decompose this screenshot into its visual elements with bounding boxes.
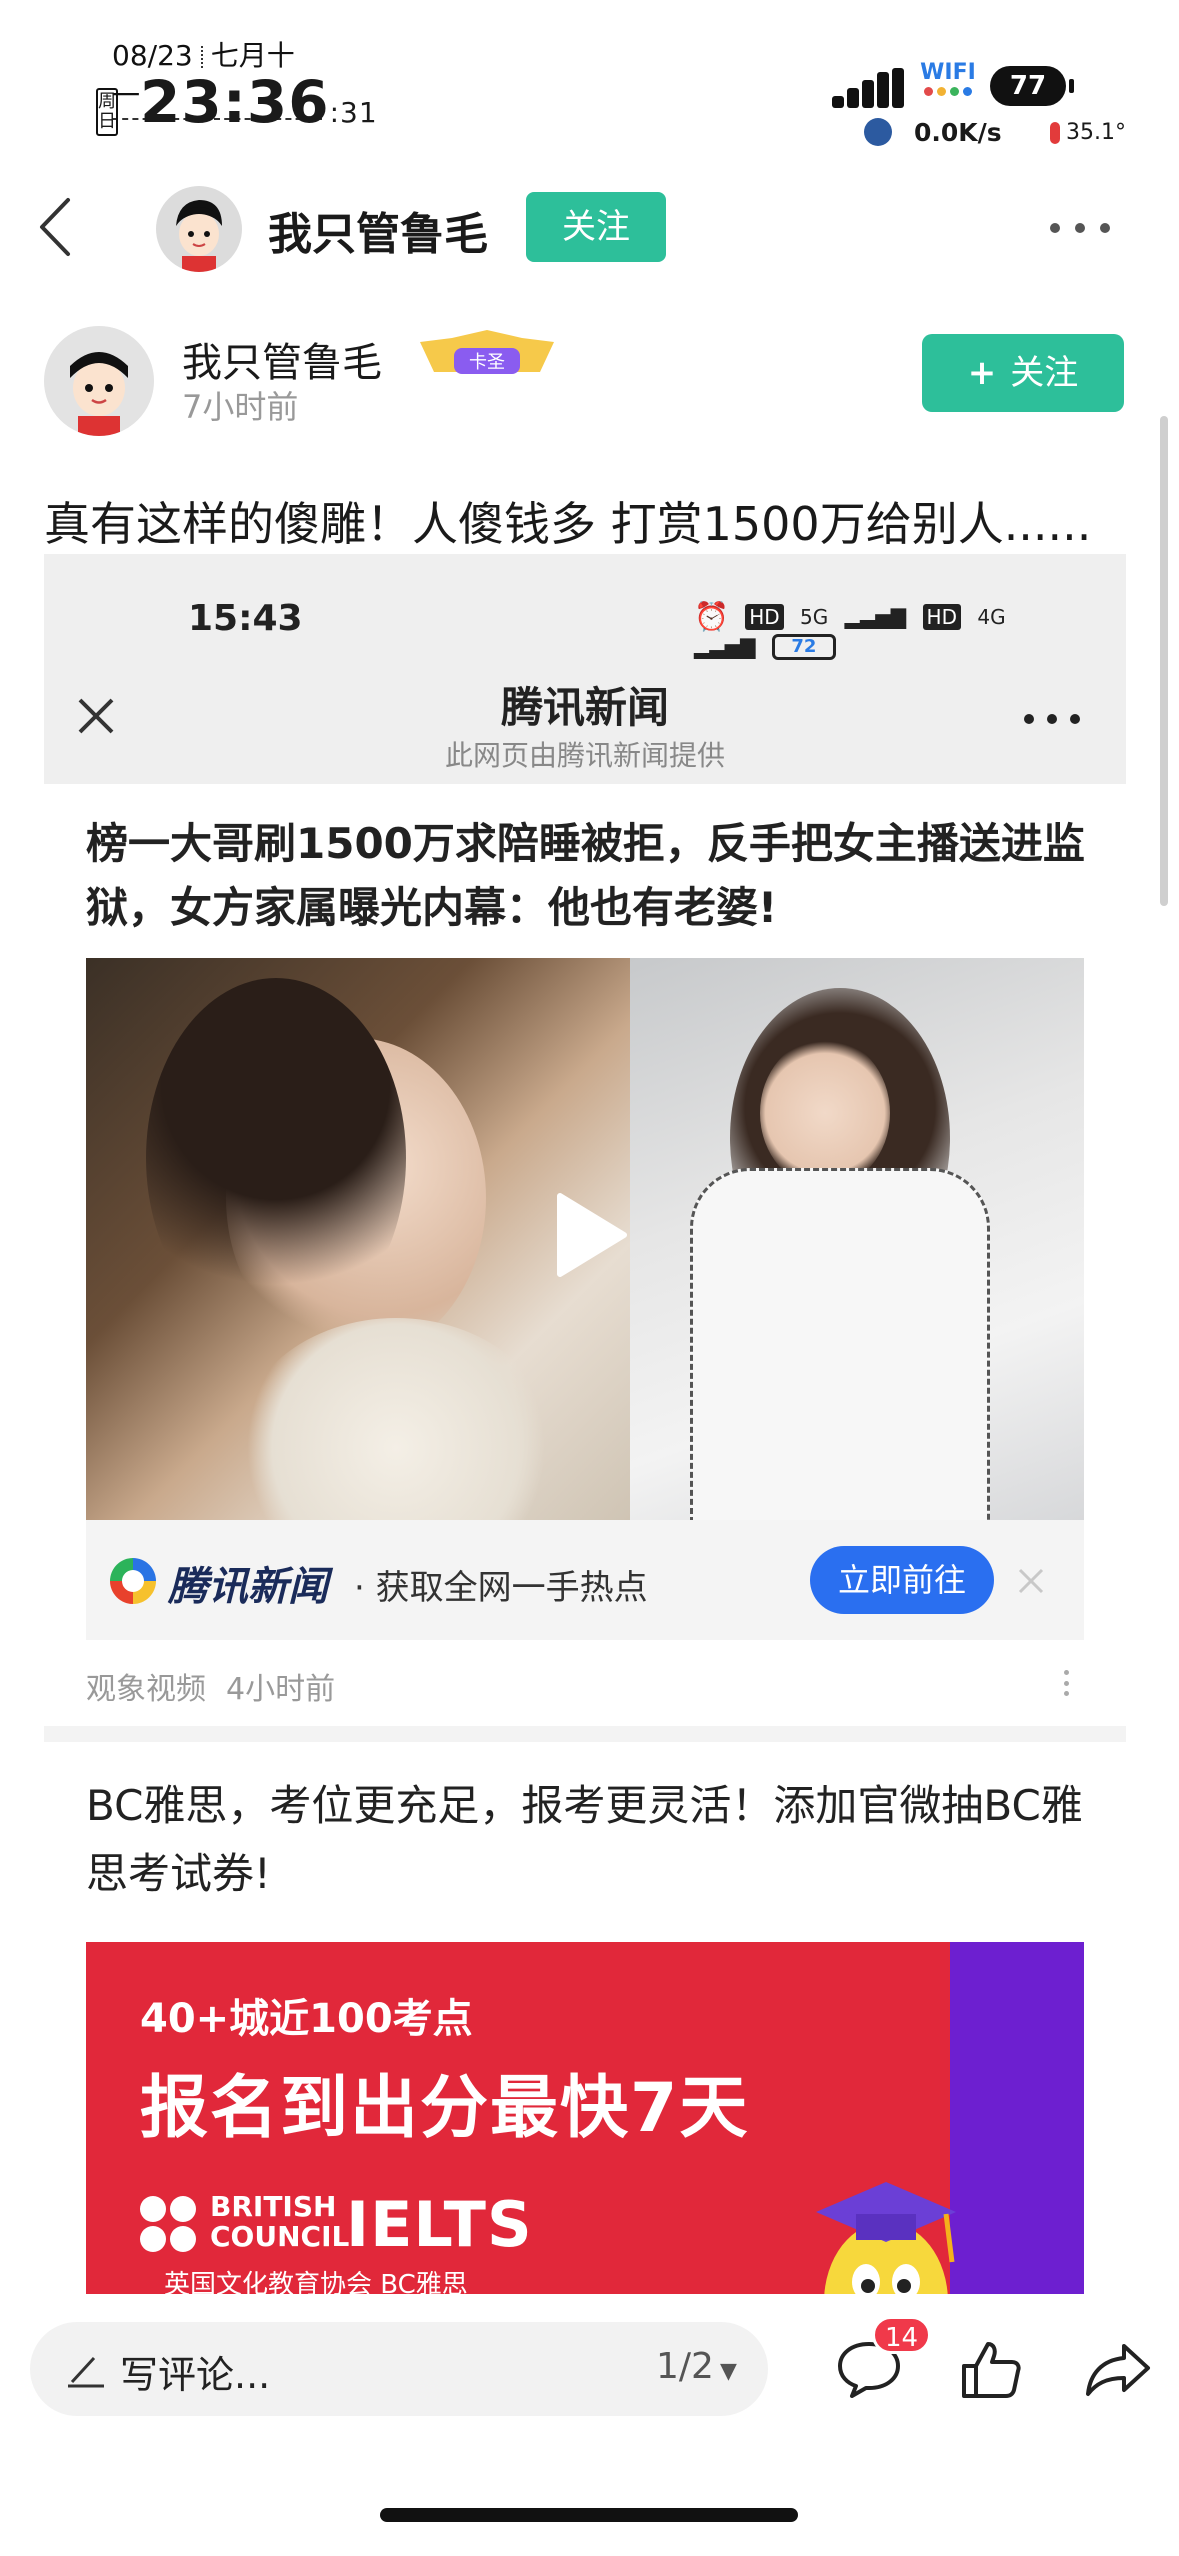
bc-line-1: BRITISH: [210, 2190, 337, 2223]
video-right-image: [630, 958, 1084, 1520]
crown-badge-icon: 卡圣: [420, 330, 554, 374]
article-headline: 榜一大哥刷1500万求陪睡被拒，反手把女主播送进监狱，女方家属曝光内幕：他也有老…: [86, 819, 1085, 932]
embedded-header: 15:43 ⏰ HD 5G ▂▃▅▇ HD 4G ▂▃▅▇ 72 腾讯新闻 此网…: [44, 554, 1126, 784]
pen-icon: [68, 2356, 104, 2388]
british-council-logo-icon: [140, 2192, 204, 2256]
alarm-clock-icon: ⏰: [694, 600, 729, 633]
share-icon[interactable]: [1084, 2340, 1152, 2398]
promo-brand: 腾讯新闻: [168, 1564, 328, 1610]
british-council-text: BRITISH COUNCIL: [210, 2192, 349, 2252]
page-indicator[interactable]: 1/2 ▼: [656, 2346, 737, 2387]
nav-username[interactable]: 我只管鲁毛: [268, 198, 488, 262]
play-icon: [557, 1193, 627, 1277]
bottom-bar: 写评论... 1/2 ▼ 14: [0, 2294, 1179, 2444]
net-speed: 0.0K/s: [914, 118, 1002, 147]
hd-icon: HD: [745, 603, 784, 630]
wifi-icon: WIFI: [918, 60, 978, 96]
embedded-screenshot[interactable]: 15:43 ⏰ HD 5G ▂▃▅▇ HD 4G ▂▃▅▇ 72 腾讯新闻 此网…: [44, 554, 1126, 2298]
status-bar: 08/23 七月十一 周日 23:36:31 WIFI 77 0.0K/s 35.…: [0, 0, 1179, 160]
ad-banner: 40+城近100考点 报名到出分最快7天 BRITISH COUNCIL IEL…: [86, 1942, 1084, 2298]
ad-organization: 英国文化教育协会 BC雅思: [164, 2270, 468, 2298]
more-options-icon: [1024, 714, 1080, 728]
author-row: 我只管鲁毛 卡圣 7小时前 + 关注: [0, 320, 1179, 440]
clock-time: 23:36: [140, 68, 330, 136]
nav-follow-button[interactable]: 关注: [526, 192, 666, 262]
avatar[interactable]: [156, 186, 242, 272]
scrollbar[interactable]: [1160, 416, 1168, 906]
temperature-value: 35.1°: [1066, 120, 1126, 145]
embedded-battery-icon: 72: [771, 633, 836, 660]
weekday-label: 周日: [96, 88, 118, 136]
thermometer-icon: [1050, 122, 1060, 144]
thumbs-up-icon[interactable]: [960, 2338, 1022, 2400]
follow-label: 关注: [1010, 353, 1079, 393]
promo-bar: 腾讯新闻 · 获取全网一手热点 立即前往: [86, 1520, 1084, 1640]
wifi-label: WIFI: [920, 60, 976, 85]
signal-icon: [832, 68, 904, 108]
dropdown-arrow-icon: ▼: [719, 2359, 737, 2384]
clock-seconds: :31: [329, 96, 378, 129]
source-name: 观象视频: [86, 1672, 206, 1707]
ad-line-1: 40+城近100考点: [140, 1996, 473, 2042]
source-time: 4小时前: [226, 1672, 336, 1707]
embedded-subtitle: 此网页由腾讯新闻提供: [444, 739, 725, 772]
video-thumbnail: [86, 958, 1084, 1520]
net-5g: 5G: [800, 604, 829, 629]
video-left-image: [86, 958, 630, 1520]
home-indicator[interactable]: [380, 2508, 798, 2522]
comment-count-badge: 14: [872, 2316, 932, 2354]
badge-text: 卡圣: [469, 352, 505, 373]
vertical-more-icon: [1064, 1670, 1070, 1696]
author-avatar[interactable]: [44, 326, 154, 436]
ielts-logo: IELTS: [346, 2188, 533, 2261]
page-indicator-text: 1/2: [656, 2346, 714, 2387]
battery-icon: 77: [990, 66, 1074, 106]
signal-bars-icon-2: ▂▃▅▇: [694, 634, 756, 659]
back-arrow-icon[interactable]: [32, 192, 82, 262]
plus-icon: +: [967, 353, 997, 393]
embedded-title: 腾讯新闻: [500, 683, 669, 732]
section-divider: [44, 1726, 1126, 1742]
article-meta: 观象视频 4小时前: [86, 1664, 335, 1708]
close-icon: [1018, 1568, 1044, 1594]
promo-text: · 获取全网一手热点: [354, 1568, 648, 1608]
more-options-icon[interactable]: [1050, 218, 1110, 238]
mascot-icon: [816, 2182, 956, 2298]
go-now-button: 立即前往: [810, 1546, 994, 1614]
clock: 23:36:31: [140, 68, 378, 136]
comment-placeholder: 写评论...: [120, 2353, 271, 2397]
alarm-icon: [864, 118, 892, 146]
post-time: 7小时前: [182, 388, 299, 426]
comment-input[interactable]: 写评论... 1/2 ▼: [30, 2322, 768, 2416]
tencent-news-logo-icon: [110, 1558, 156, 1604]
post-title[interactable]: 真有这样的傻雕！人傻钱多 打赏1500万给别人......: [44, 488, 1144, 554]
author-name[interactable]: 我只管鲁毛: [182, 330, 382, 388]
bc-line-2: COUNCIL: [210, 2220, 350, 2253]
embedded-status-icons: ⏰ HD 5G ▂▃▅▇ HD 4G ▂▃▅▇ 72: [694, 600, 1084, 660]
temperature: 35.1°: [1050, 120, 1126, 145]
hd-icon-2: HD: [922, 603, 961, 630]
net-4g: 4G: [977, 604, 1006, 629]
ad-line-2: 报名到出分最快7天: [140, 2069, 750, 2148]
follow-button[interactable]: + 关注: [922, 334, 1124, 412]
embedded-time: 15:43: [188, 598, 303, 639]
signal-bars-icon: ▂▃▅▇: [844, 604, 907, 629]
top-nav: 我只管鲁毛 关注: [0, 178, 1179, 278]
ad-headline: BC雅思，考位更充足，报考更灵活！添加官微抽BC雅思考试券!: [86, 1781, 1083, 1898]
